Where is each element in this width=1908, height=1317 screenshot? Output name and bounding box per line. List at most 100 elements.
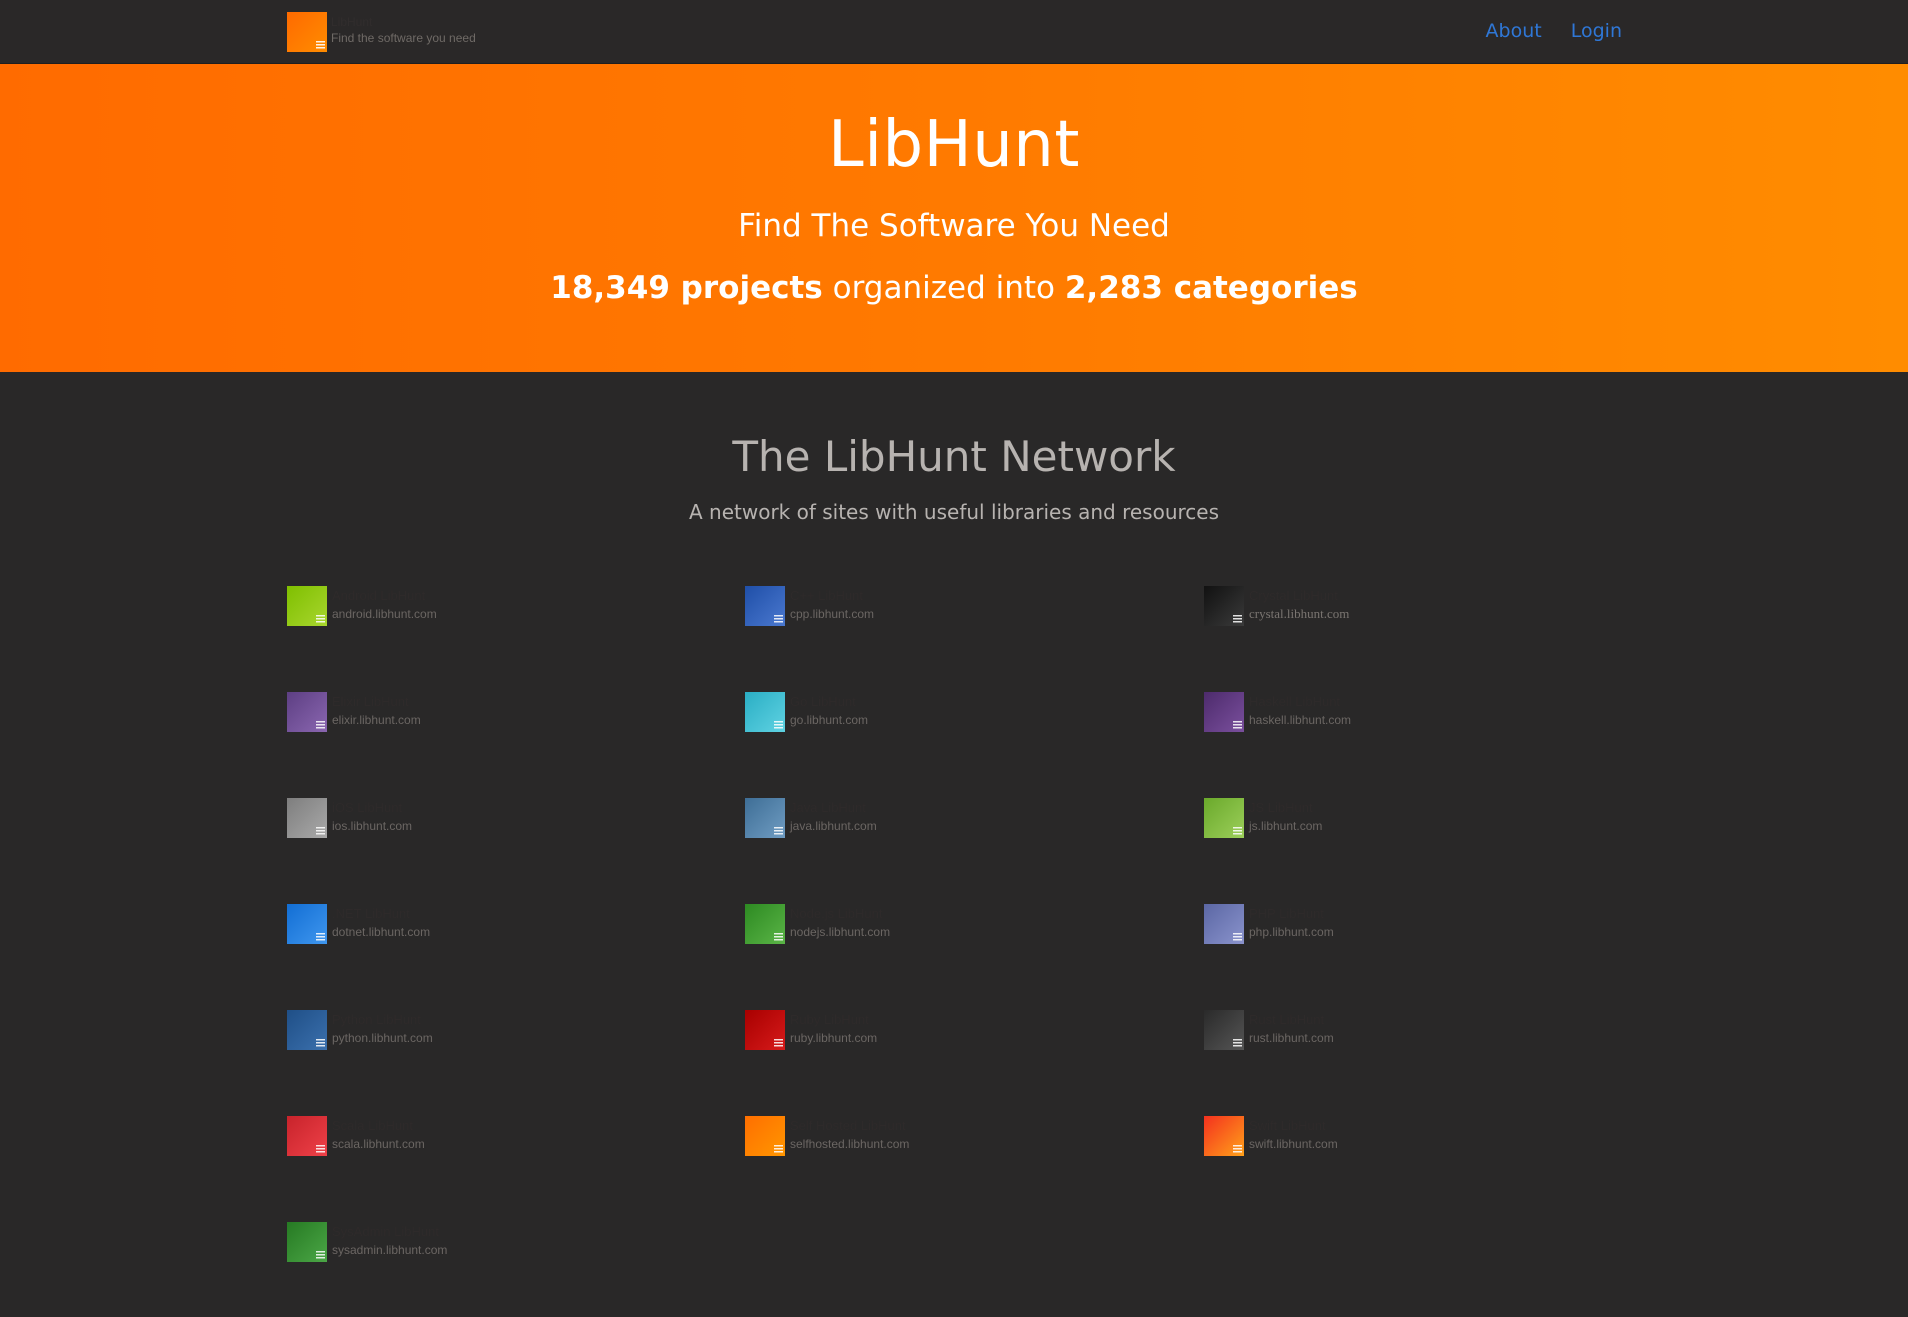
site-url: android.libhunt.com: [332, 607, 437, 621]
menu-lines-icon: [774, 933, 783, 941]
site-meta: Swift LibHunt swift.libhunt.com: [1249, 1116, 1338, 1152]
menu-lines-icon: [316, 933, 325, 941]
site-name: Go LibHunt: [790, 694, 856, 709]
site-meta: Self Hosted LibHunt selfhosted.libhunt.co…: [790, 1116, 910, 1152]
menu-lines-icon: [774, 1145, 783, 1153]
network-site-link[interactable]: Swift LibHunt swift.libhunt.com: [1204, 1116, 1624, 1158]
network-site-link[interactable]: Node.js LibHunt nodejs.libhunt.com: [745, 904, 1165, 946]
site-url: elixir.libhunt.com: [332, 713, 421, 727]
menu-lines-icon: [1233, 615, 1242, 623]
organized-text: organized into: [832, 270, 1055, 306]
network-site-link[interactable]: SysAdmin LibHunt sysadmin.libhunt.com: [287, 1222, 707, 1264]
network-site-link[interactable]: Elixir LibHunt elixir.libhunt.com: [287, 692, 707, 734]
site-name: Haskell LibHunt: [1249, 694, 1341, 709]
site-url: sysadmin.libhunt.com: [332, 1243, 448, 1257]
network-site-link[interactable]: Ruby LibHunt ruby.libhunt.com: [745, 1010, 1165, 1052]
network-site-link[interactable]: JS LibHunt js.libhunt.com: [1204, 798, 1624, 840]
site-url: go.libhunt.com: [790, 713, 869, 727]
nav-links: About Login: [1486, 20, 1622, 42]
site-name: Node.js LibHunt: [790, 906, 883, 921]
site-meta: iOS LibHunt ios.libhunt.com: [332, 798, 412, 834]
site-logo-icon: [287, 692, 327, 732]
site-name: Python LibHunt: [332, 1012, 421, 1027]
menu-lines-icon: [774, 1039, 783, 1047]
network-site-link[interactable]: iOS LibHunt ios.libhunt.com: [287, 798, 707, 840]
menu-lines-icon: [1233, 721, 1242, 729]
site-meta: Rust LibHunt rust.libhunt.com: [1249, 1010, 1334, 1046]
network-site-link[interactable]: Go LibHunt go.libhunt.com: [745, 692, 1165, 734]
brand-text: LibHunt Find the software you need: [331, 12, 476, 46]
network-site-link[interactable]: C++ LibHunt cpp.libhunt.com: [745, 586, 1165, 628]
network-subtitle: A network of sites with useful libraries…: [688, 500, 1220, 524]
site-logo-icon: [287, 1010, 327, 1050]
site-url: rust.libhunt.com: [1249, 1031, 1334, 1045]
site-name: Elixir LibHunt: [332, 694, 409, 709]
site-name: JS LibHunt: [1249, 800, 1313, 815]
site-url: selfhosted.libhunt.com: [790, 1137, 910, 1151]
menu-lines-icon: [316, 1039, 325, 1047]
network-site-link[interactable]: Java LibHunt java.libhunt.com: [745, 798, 1165, 840]
menu-lines-icon: [774, 827, 783, 835]
network-title: The LibHunt Network: [732, 432, 1176, 481]
libhunt-logo-icon: [287, 12, 327, 52]
site-meta: Scala LibHunt scala.libhunt.com: [332, 1116, 425, 1152]
site-url: python.libhunt.com: [332, 1031, 433, 1045]
hero-subtitle: Find The Software You Need: [738, 208, 1170, 244]
nav-login-link[interactable]: Login: [1571, 20, 1622, 42]
menu-lines-icon: [316, 615, 325, 623]
menu-lines-icon: [774, 615, 783, 623]
brand-name: LibHunt: [331, 15, 373, 29]
site-logo-icon: [287, 1116, 327, 1156]
site-meta: C++ LibHunt cpp.libhunt.com: [790, 586, 874, 622]
site-meta: Go LibHunt go.libhunt.com: [790, 692, 869, 728]
site-name: .NET LibHunt: [332, 906, 410, 921]
site-meta: Haskell LibHunt haskell.libhunt.com: [1249, 692, 1352, 728]
brand-logo-link[interactable]: LibHunt Find the software you need: [287, 12, 476, 52]
hero-stats: 18,349 projects organized into 2,283 cat…: [0, 270, 1908, 306]
network-site-link[interactable]: Rust LibHunt rust.libhunt.com: [1204, 1010, 1624, 1052]
site-name: Scala LibHunt: [332, 1118, 413, 1133]
brand-tagline: Find the software you need: [331, 31, 476, 45]
site-url: haskell.libhunt.com: [1249, 713, 1352, 727]
site-name: Swift LibHunt: [1249, 1118, 1326, 1133]
network-site-link[interactable]: Android LibHunt android.libhunt.com: [287, 586, 707, 628]
site-url: crystal.libhunt.com: [1249, 606, 1350, 621]
network-site-link[interactable]: Python LibHunt python.libhunt.com: [287, 1010, 707, 1052]
site-logo-icon: [287, 904, 327, 944]
site-url: scala.libhunt.com: [332, 1137, 425, 1151]
network-site-link[interactable]: Self Hosted LibHunt selfhosted.libhunt.co…: [745, 1116, 1165, 1158]
site-meta: .NET LibHunt dotnet.libhunt.com: [332, 904, 431, 940]
site-url: dotnet.libhunt.com: [332, 925, 431, 939]
site-url: php.libhunt.com: [1249, 925, 1334, 939]
hero-title: LibHunt: [828, 108, 1080, 182]
site-logo-icon: [1204, 798, 1244, 838]
menu-lines-icon: [1233, 1039, 1242, 1047]
network-site-link[interactable]: .NET LibHunt dotnet.libhunt.com: [287, 904, 707, 946]
site-meta: PHP LibHunt php.libhunt.com: [1249, 904, 1334, 940]
menu-lines-icon: [316, 827, 325, 835]
site-name: PHP LibHunt: [1249, 906, 1324, 921]
hero-banner: LibHunt Find The Software You Need 18,34…: [0, 64, 1908, 372]
menu-lines-icon: [1233, 933, 1242, 941]
network-site-link[interactable]: Haskell LibHunt haskell.libhunt.com: [1204, 692, 1624, 734]
site-logo-icon: [287, 586, 327, 626]
site-meta: Crystal LibHunt crystal.libhunt.com: [1249, 586, 1349, 621]
menu-lines-icon: [316, 1145, 325, 1153]
site-name: Ruby LibHunt: [790, 1012, 869, 1027]
menu-lines-icon: [316, 41, 325, 49]
site-url: java.libhunt.com: [790, 819, 877, 833]
site-url: swift.libhunt.com: [1249, 1137, 1338, 1151]
network-site-link[interactable]: Scala LibHunt scala.libhunt.com: [287, 1116, 707, 1158]
site-logo-icon: [1204, 1116, 1244, 1156]
site-logo-icon: [1204, 904, 1244, 944]
categories-count: 2,283 categories: [1064, 270, 1358, 306]
nav-about-link[interactable]: About: [1486, 20, 1542, 42]
projects-count: 18,349 projects: [550, 270, 823, 306]
site-logo-icon: [745, 1116, 785, 1156]
site-url: ruby.libhunt.com: [790, 1031, 878, 1045]
network-site-link[interactable]: Crystal LibHunt crystal.libhunt.com: [1204, 586, 1624, 628]
menu-lines-icon: [774, 721, 783, 729]
network-site-link[interactable]: PHP LibHunt php.libhunt.com: [1204, 904, 1624, 946]
navbar: LibHunt Find the software you need About…: [0, 0, 1908, 64]
site-meta: Ruby LibHunt ruby.libhunt.com: [790, 1010, 878, 1046]
